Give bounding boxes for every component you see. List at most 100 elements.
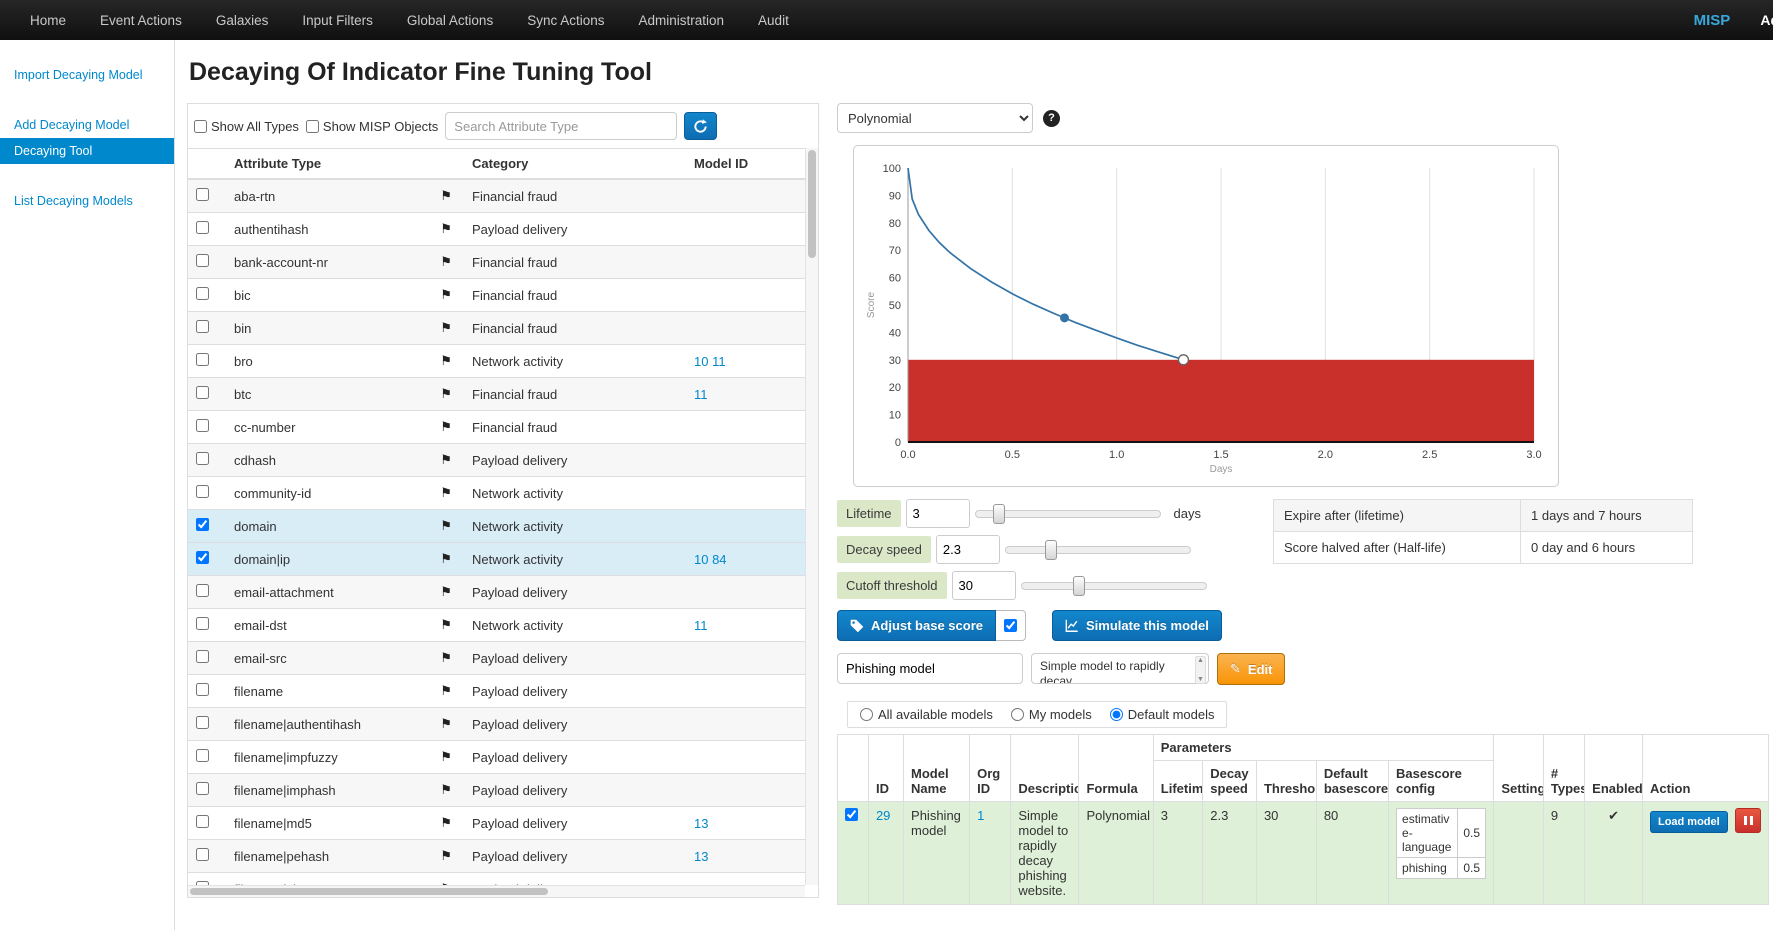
org-id-link[interactable]: 1 <box>977 808 984 823</box>
attribute-row-checkbox[interactable] <box>196 188 209 201</box>
filter-my-models-radio[interactable] <box>1011 708 1024 721</box>
attribute-row-checkbox[interactable] <box>196 419 209 432</box>
filter-my-models[interactable]: My models <box>1011 707 1092 722</box>
attribute-row-checkbox[interactable] <box>196 848 209 861</box>
attribute-row-checkbox[interactable] <box>196 452 209 465</box>
lifetime-slider[interactable] <box>975 504 1161 524</box>
lifetime-input[interactable] <box>906 499 970 528</box>
nav-item-event-actions[interactable]: Event Actions <box>83 0 199 40</box>
attribute-row[interactable]: cc-number⚑Financial fraud <box>188 411 805 444</box>
attribute-row[interactable]: cdhash⚑Payload delivery <box>188 444 805 477</box>
sidebar-item-list-decaying-models[interactable]: List Decaying Models <box>0 188 174 214</box>
attribute-row-checkbox[interactable] <box>196 650 209 663</box>
model-row[interactable]: 29 Phishing model 1 Simple model to rapi… <box>838 802 1769 905</box>
attribute-row-checkbox[interactable] <box>196 617 209 630</box>
attribute-row-checkbox[interactable] <box>196 287 209 300</box>
attribute-row[interactable]: filename|imphash⚑Payload delivery <box>188 774 805 807</box>
sidebar-item-add-decaying-model[interactable]: Add Decaying Model <box>0 112 174 138</box>
textarea-scrollbar[interactable]: ▲▼ <box>1195 656 1206 684</box>
attribute-row[interactable]: email-attachment⚑Payload delivery <box>188 576 805 609</box>
attribute-model-id-link[interactable]: 11 <box>694 618 708 633</box>
attribute-row[interactable]: domain|ip⚑Network activity10 84 <box>188 543 805 576</box>
filter-all-available-models-radio[interactable] <box>860 708 873 721</box>
attribute-row[interactable]: community-id⚑Network activity <box>188 477 805 510</box>
search-attribute-input[interactable] <box>445 112 677 140</box>
pause-model-button[interactable] <box>1735 808 1761 833</box>
horizontal-scrollbar-thumb[interactable] <box>190 888 548 895</box>
attribute-row-checkbox[interactable] <box>196 353 209 366</box>
svg-text:0: 0 <box>895 437 901 449</box>
attribute-row-checkbox[interactable] <box>196 551 209 564</box>
attribute-row[interactable]: authentihash⚑Payload delivery <box>188 213 805 246</box>
attribute-row[interactable]: filename⚑Payload delivery <box>188 675 805 708</box>
attribute-row[interactable]: bank-account-nr⚑Financial fraud <box>188 246 805 279</box>
model-name-input[interactable] <box>837 653 1023 684</box>
formula-select[interactable]: Polynomial <box>837 103 1033 133</box>
attribute-row-checkbox[interactable] <box>196 518 209 531</box>
attribute-row-checkbox[interactable] <box>196 782 209 795</box>
nav-item-input-filters[interactable]: Input Filters <box>285 0 390 40</box>
attribute-row-checkbox[interactable] <box>196 815 209 828</box>
attribute-row[interactable]: email-src⚑Payload delivery <box>188 642 805 675</box>
attribute-row[interactable]: domain⚑Network activity <box>188 510 805 543</box>
cutoff-threshold-input[interactable] <box>952 571 1016 600</box>
attribute-row[interactable]: filename|md5⚑Payload delivery13 <box>188 807 805 840</box>
load-model-button[interactable]: Load model <box>1650 811 1728 833</box>
attribute-model-id-link[interactable]: 13 <box>694 849 708 864</box>
nav-item-administration[interactable]: Administration <box>622 0 742 40</box>
nav-item-global-actions[interactable]: Global Actions <box>390 0 510 40</box>
attribute-row[interactable]: btc⚑Financial fraud11 <box>188 378 805 411</box>
nav-item-galaxies[interactable]: Galaxies <box>199 0 286 40</box>
attribute-row-checkbox[interactable] <box>196 221 209 234</box>
attribute-row-checkbox[interactable] <box>196 320 209 333</box>
attribute-row-checkbox[interactable] <box>196 386 209 399</box>
vertical-scrollbar[interactable] <box>805 148 818 885</box>
decay-chart-svg[interactable]: 01020304050607080901000.00.51.01.52.02.5… <box>862 156 1548 482</box>
decay-speed-input[interactable] <box>936 535 1000 564</box>
attribute-model-id-link[interactable]: 10 84 <box>694 552 727 567</box>
nav-item-audit[interactable]: Audit <box>741 0 806 40</box>
model-row-checkbox[interactable] <box>845 808 858 821</box>
model-id-link[interactable]: 29 <box>876 808 890 823</box>
misp-brand[interactable]: MISP <box>1694 12 1731 29</box>
attribute-row-checkbox[interactable] <box>196 254 209 267</box>
sidebar-item-decaying-tool[interactable]: Decaying Tool <box>0 138 174 164</box>
edit-model-button[interactable]: ✎ Edit <box>1217 653 1285 685</box>
horizontal-scrollbar[interactable] <box>188 885 805 897</box>
attribute-row-checkbox[interactable] <box>196 485 209 498</box>
attribute-row[interactable]: filename|pehash⚑Payload delivery13 <box>188 840 805 873</box>
attribute-model-id-link[interactable]: 11 <box>694 387 708 402</box>
nav-item-home[interactable]: Home <box>0 0 83 40</box>
decay-speed-slider[interactable] <box>1005 540 1191 560</box>
show-misp-objects-checkbox[interactable] <box>306 120 319 133</box>
adjust-base-score-checkbox[interactable] <box>1004 619 1017 632</box>
adjust-base-score-button[interactable]: Adjust base score <box>837 610 996 641</box>
filter-all-available-models[interactable]: All available models <box>860 707 993 722</box>
attribute-row[interactable]: bro⚑Network activity10 11 <box>188 345 805 378</box>
show-all-types-checkbox[interactable] <box>194 120 207 133</box>
attribute-row[interactable]: email-dst⚑Network activity11 <box>188 609 805 642</box>
vertical-scrollbar-thumb[interactable] <box>808 150 816 258</box>
help-icon[interactable]: ? <box>1043 110 1060 127</box>
attribute-row-checkbox[interactable] <box>196 683 209 696</box>
attribute-row[interactable]: filename|authentihash⚑Payload delivery <box>188 708 805 741</box>
refresh-button[interactable] <box>684 112 717 140</box>
decay-chart[interactable]: 01020304050607080901000.00.51.01.52.02.5… <box>853 145 1559 487</box>
filter-default-models-radio[interactable] <box>1110 708 1123 721</box>
nav-item-sync-actions[interactable]: Sync Actions <box>510 0 621 40</box>
cutoff-threshold-slider[interactable] <box>1021 576 1207 596</box>
attribute-row[interactable]: aba-rtn⚑Financial fraud <box>188 179 805 213</box>
simulate-model-button[interactable]: Simulate this model <box>1052 610 1222 641</box>
attribute-row[interactable]: filename|impfuzzy⚑Payload delivery <box>188 741 805 774</box>
model-description-textarea[interactable]: Simple model to rapidly decay <box>1031 653 1209 684</box>
filter-default-models[interactable]: Default models <box>1110 707 1215 722</box>
attribute-model-id-link[interactable]: 10 11 <box>694 354 726 369</box>
attribute-model-id-link[interactable]: 13 <box>694 816 708 831</box>
attribute-row-checkbox[interactable] <box>196 584 209 597</box>
sidebar-item-import-decaying-model[interactable]: Import Decaying Model <box>0 62 174 88</box>
attribute-row-checkbox[interactable] <box>196 716 209 729</box>
attribute-row-checkbox[interactable] <box>196 749 209 762</box>
user-menu[interactable]: Ad <box>1760 12 1773 28</box>
attribute-row[interactable]: bic⚑Financial fraud <box>188 279 805 312</box>
attribute-row[interactable]: bin⚑Financial fraud <box>188 312 805 345</box>
